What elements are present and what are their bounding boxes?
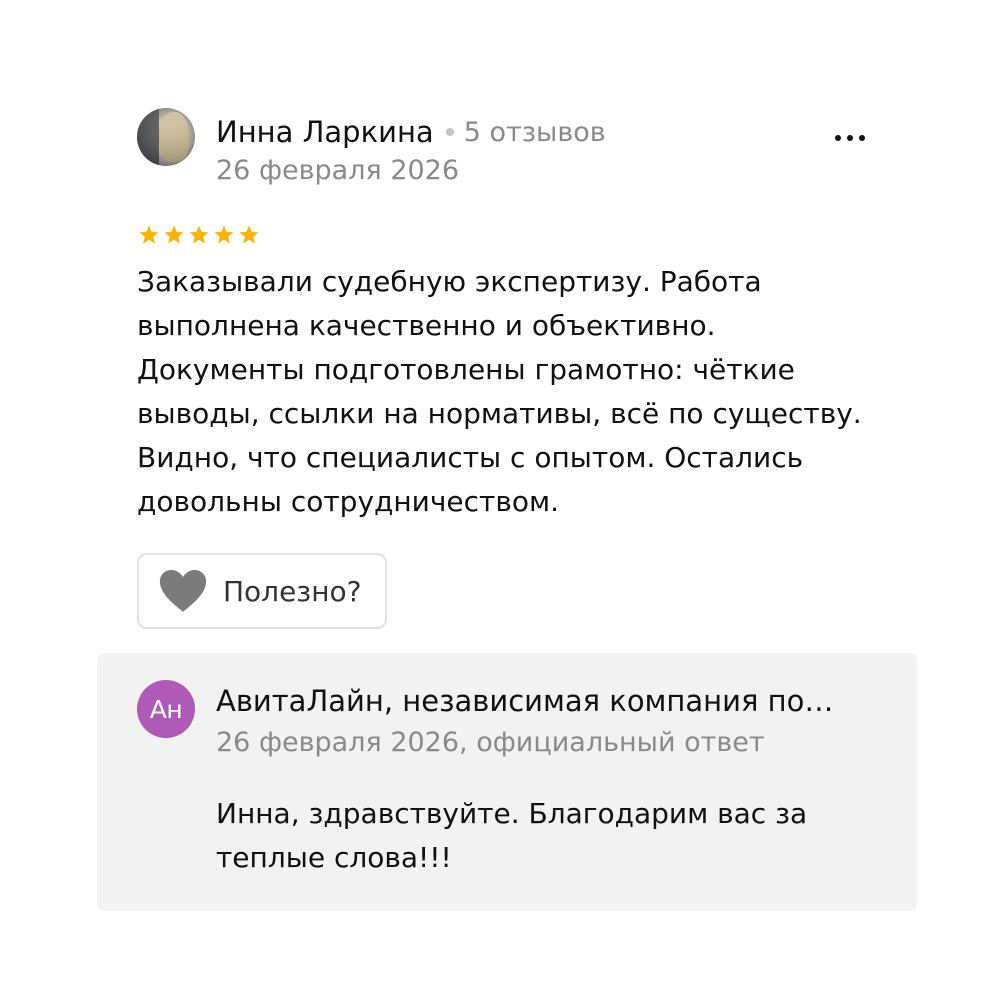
- avatar-photo-figure: [159, 112, 189, 162]
- author-review-count[interactable]: 5 отзывов: [464, 117, 606, 148]
- review-card: Инна Ларкина 5 отзывов 26 февраля 2026 З…: [0, 0, 1000, 1000]
- company-avatar[interactable]: Ан: [137, 680, 195, 738]
- star-icon: [139, 225, 159, 244]
- more-horizontal-icon-dot: [859, 135, 865, 141]
- more-horizontal-icon-dot: [847, 135, 853, 141]
- review-date: 26 февраля 2026: [216, 155, 460, 186]
- reply-meta: 26 февраля 2026, официальный ответ: [216, 727, 765, 758]
- rating-stars: [137, 223, 261, 247]
- company-reply: Ан АвитаЛайн, независимая компания по… 2…: [97, 653, 917, 911]
- avatar-photo-shade: [137, 108, 159, 166]
- separator-dot-icon: [445, 128, 454, 136]
- useful-button[interactable]: Полезно?: [137, 553, 387, 629]
- author-line: Инна Ларкина 5 отзывов: [216, 112, 606, 152]
- more-options-button[interactable]: [826, 122, 874, 154]
- star-icon: [239, 225, 259, 244]
- heart-icon: [159, 570, 207, 612]
- more-horizontal-icon-dot: [835, 135, 841, 141]
- company-name[interactable]: АвитаЛайн, независимая компания по…: [216, 684, 876, 718]
- useful-button-label: Полезно?: [223, 574, 362, 608]
- star-icon: [189, 225, 209, 244]
- star-icon: [164, 225, 184, 244]
- author-name[interactable]: Инна Ларкина: [216, 115, 434, 149]
- author-avatar[interactable]: [137, 108, 195, 166]
- review-text: Заказывали судебную экспертизу. Работа в…: [137, 265, 862, 518]
- reply-text: Инна, здравствуйте. Благодарим вас за те…: [216, 797, 808, 874]
- star-icon: [214, 225, 234, 244]
